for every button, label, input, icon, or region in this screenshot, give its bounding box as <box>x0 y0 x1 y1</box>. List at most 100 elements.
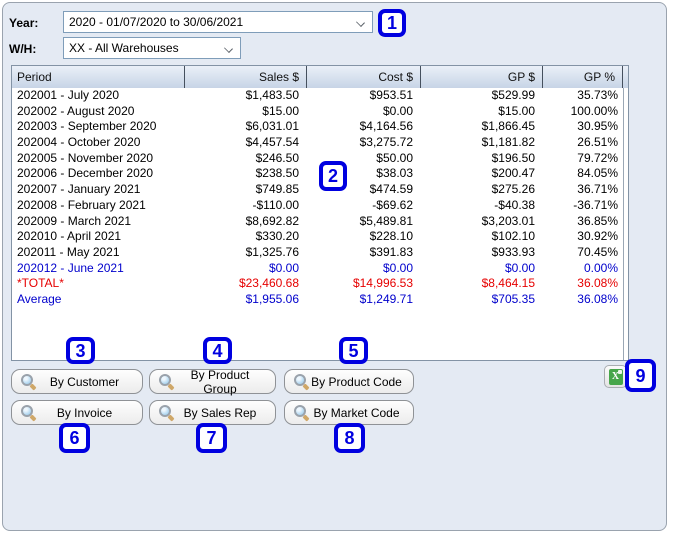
search-icon <box>21 373 37 391</box>
by-customer-button[interactable]: By Customer <box>11 369 143 394</box>
by-invoice-button-label: By Invoice <box>56 405 113 420</box>
table-cell-gp: $200.47 <box>491 166 535 181</box>
callout-4: 4 <box>203 337 232 364</box>
table-cell-gp: $102.10 <box>491 229 535 244</box>
table-cell-period: 202003 - September 2020 <box>17 119 157 134</box>
table-row: 202012 - June 2021 $0.00 $0.00 $0.00 0.00% <box>12 261 628 277</box>
callout-3: 3 <box>66 337 95 364</box>
sales-by-period-screen: Year: 2020 - 01/07/2020 to 30/06/2021 W/… <box>0 0 675 537</box>
table-cell-gp: $8,464.15 <box>481 276 535 291</box>
search-icon <box>159 404 175 422</box>
table-cell-cost: $391.83 <box>369 244 413 259</box>
table-cell-gp_pct: 30.95% <box>577 119 618 134</box>
table-cell-period: 202001 - July 2020 <box>17 88 120 102</box>
table-row: 202008 - February 2021 -$110.00 -$69.62 -$4… <box>12 198 628 214</box>
table-cell-sales: -$110.00 <box>252 197 299 212</box>
table-cell-sales: $238.50 <box>255 166 299 181</box>
table-cell-period: 202006 - December 2020 <box>17 166 154 181</box>
year-dropdown[interactable]: 2020 - 01/07/2020 to 30/06/2021 <box>63 11 373 33</box>
table-cell-cost: $4,164.56 <box>359 119 413 134</box>
column-header-period[interactable]: Period <box>12 66 185 88</box>
table-row: Average $1,955.06 $1,249.71 $705.35 36.08% <box>12 292 628 308</box>
search-icon <box>294 373 310 391</box>
table-cell-gp: $933.93 <box>491 244 535 259</box>
table-cell-gp_pct: 36.85% <box>577 213 618 228</box>
main-panel: Year: 2020 - 01/07/2020 to 30/06/2021 W/… <box>2 2 667 531</box>
column-header-gp-pct[interactable]: GP % <box>543 66 623 88</box>
table-cell-sales: $330.20 <box>255 229 299 244</box>
table-cell-period: *TOTAL* <box>17 276 64 291</box>
table-cell-gp: $196.50 <box>491 150 535 165</box>
table-cell-sales: $8,692.82 <box>245 213 299 228</box>
table-cell-sales: $1,483.50 <box>245 88 299 102</box>
table-row: 202002 - August 2020 $15.00 $0.00 $15.00 100… <box>12 104 628 120</box>
table-cell-gp_pct: 36.08% <box>577 276 618 291</box>
table-row: 202003 - September 2020 $6,031.01 $4,164.5… <box>12 119 628 135</box>
callout-5: 5 <box>339 337 368 364</box>
table-cell-sales: $15.00 <box>262 103 299 118</box>
table-cell-gp_pct: 0.00% <box>583 260 618 275</box>
table-column-divider <box>623 88 624 360</box>
year-dropdown-value: 2020 - 01/07/2020 to 30/06/2021 <box>69 15 244 29</box>
table-cell-sales: $246.50 <box>255 150 299 165</box>
by-product-group-button-label: By Product Group <box>190 367 250 396</box>
table-cell-cost: $14,996.53 <box>352 276 413 291</box>
table-cell-gp: $0.00 <box>504 260 535 275</box>
by-product-group-button[interactable]: By Product Group <box>149 367 276 396</box>
table-cell-gp_pct: 26.51% <box>577 135 618 150</box>
table-cell-gp: $705.35 <box>491 291 535 306</box>
warehouse-dropdown-value: XX - All Warehouses <box>69 41 179 55</box>
table-row: 202011 - May 2021 $1,325.76 $391.83 $933.93… <box>12 245 628 261</box>
callout-6: 6 <box>59 423 90 453</box>
table-cell-period: 202012 - June 2021 <box>17 260 124 275</box>
search-icon <box>294 404 310 422</box>
table-cell-cost: $228.10 <box>369 229 413 244</box>
callout-1: 1 <box>378 9 406 37</box>
year-label: Year: <box>9 16 39 30</box>
column-header-sales[interactable]: Sales $ <box>185 66 307 88</box>
table-cell-gp_pct: 70.45% <box>577 244 618 259</box>
table-cell-period: 202010 - April 2021 <box>17 229 122 244</box>
table-cell-gp: $529.99 <box>491 88 535 102</box>
table-cell-gp: $1,866.45 <box>481 119 535 134</box>
table-cell-sales: $4,457.54 <box>245 135 299 150</box>
table-cell-period: 202011 - May 2021 <box>17 244 120 259</box>
table-cell-gp: $1,181.82 <box>481 135 535 150</box>
by-market-code-button[interactable]: By Market Code <box>284 400 414 425</box>
table-cell-cost: $1,249.71 <box>359 291 413 306</box>
by-sales-rep-button[interactable]: By Sales Rep <box>149 400 276 425</box>
table-cell-period: 202005 - November 2020 <box>17 150 154 165</box>
table-cell-gp_pct: 35.73% <box>577 88 618 102</box>
table-cell-period: 202002 - August 2020 <box>17 103 135 118</box>
table-cell-gp_pct: 36.08% <box>577 291 618 306</box>
table-cell-gp_pct: 36.71% <box>577 182 618 197</box>
search-icon <box>21 404 37 422</box>
by-invoice-button[interactable]: By Invoice <box>11 400 143 425</box>
table-cell-sales: $749.85 <box>255 182 299 197</box>
chevron-down-icon <box>224 44 233 53</box>
warehouse-dropdown[interactable]: XX - All Warehouses <box>63 37 241 59</box>
table-cell-period: 202004 - October 2020 <box>17 135 141 150</box>
column-header-gp[interactable]: GP $ <box>421 66 543 88</box>
table-cell-cost: $5,489.81 <box>359 213 413 228</box>
table-cell-gp: $3,203.01 <box>481 213 535 228</box>
table-cell-sales: $6,031.01 <box>245 119 299 134</box>
table-cell-cost: $3,275.72 <box>359 135 413 150</box>
table-cell-gp: $15.00 <box>498 103 535 118</box>
table-row: *TOTAL* $23,460.68 $14,996.53 $8,464.15 36.0… <box>12 276 628 292</box>
table-cell-cost: -$69.62 <box>372 197 413 212</box>
chevron-down-icon <box>356 18 365 27</box>
column-header-filler <box>623 66 628 88</box>
table-cell-gp_pct: 79.72% <box>577 150 618 165</box>
by-sales-rep-button-label: By Sales Rep <box>183 405 257 420</box>
table-row: 202010 - April 2021 $330.20 $228.10 $102.10… <box>12 229 628 245</box>
export-to-excel-button[interactable]: X <box>604 365 627 388</box>
by-product-code-button[interactable]: By Product Code <box>284 369 414 394</box>
callout-2: 2 <box>319 161 347 191</box>
column-header-cost[interactable]: Cost $ <box>307 66 421 88</box>
table-body: 202001 - July 2020 $1,483.50 $953.51 $529.9… <box>12 88 628 360</box>
table-cell-period: 202008 - February 2021 <box>17 197 146 212</box>
table-cell-sales: $0.00 <box>268 260 299 275</box>
table-cell-cost: $953.51 <box>369 88 413 102</box>
callout-7: 7 <box>196 423 227 453</box>
